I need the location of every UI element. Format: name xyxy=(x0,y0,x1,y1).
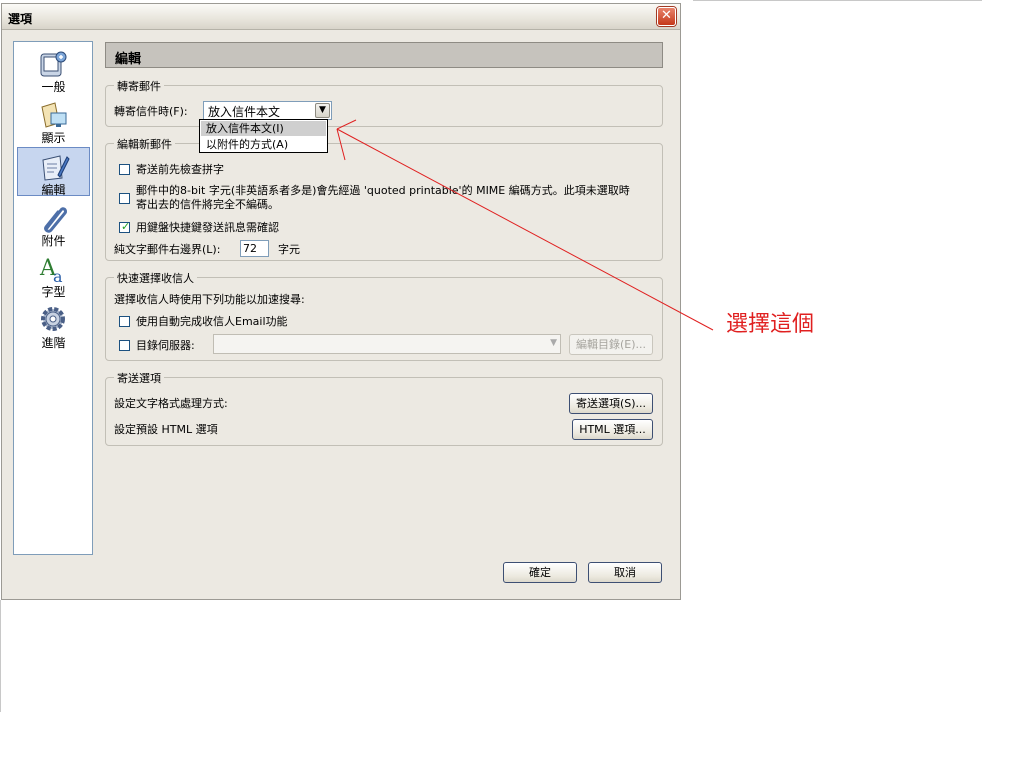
annotation-arrow xyxy=(336,119,714,331)
annotation-label: 選擇這個 xyxy=(726,312,815,337)
forward-mode-dropdown: 放入信件本文(I) 以附件的方式(A) xyxy=(199,119,328,153)
dropdown-option-attachment[interactable]: 以附件的方式(A) xyxy=(201,137,326,152)
dropdown-option-inline[interactable]: 放入信件本文(I) xyxy=(201,121,326,136)
